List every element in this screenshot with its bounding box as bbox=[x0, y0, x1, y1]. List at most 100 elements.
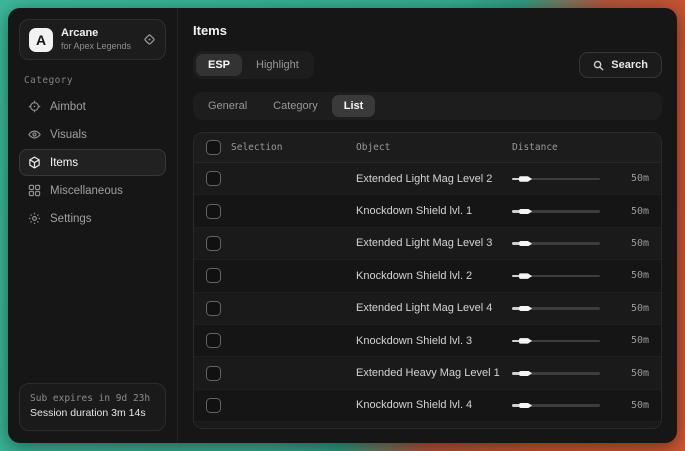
object-name: Knockdown Shield lvl. 1 bbox=[344, 205, 512, 217]
search-icon bbox=[593, 60, 604, 71]
distance-slider[interactable] bbox=[512, 302, 600, 314]
distance-value: 50m bbox=[616, 270, 662, 281]
distance-value: 50m bbox=[616, 368, 662, 379]
slider-fill bbox=[512, 404, 520, 407]
tab-highlight[interactable]: Highlight bbox=[244, 54, 311, 76]
sidebar-item-label: Visuals bbox=[50, 129, 87, 141]
row-checkbox[interactable] bbox=[206, 268, 221, 283]
slider-thumb[interactable] bbox=[519, 241, 532, 247]
slider-fill bbox=[512, 275, 520, 278]
header-distance: Distance bbox=[512, 142, 616, 153]
table-row: Knockdown Shield lvl. 1 50m bbox=[194, 195, 661, 227]
page-title: Items bbox=[193, 23, 662, 38]
table-body: Extended Light Mag Level 2 50m Knockdown… bbox=[194, 163, 661, 428]
tab-esp[interactable]: ESP bbox=[196, 54, 242, 76]
sidebar-item-label: Aimbot bbox=[50, 101, 86, 113]
sidebar-item-visuals[interactable]: Visuals bbox=[19, 121, 166, 148]
distance-slider[interactable] bbox=[512, 237, 600, 249]
sidebar-item-items[interactable]: Items bbox=[19, 149, 166, 176]
distance-value: 50m bbox=[616, 303, 662, 314]
crosshair-icon bbox=[28, 100, 41, 113]
brand-card: A Arcane for Apex Legends bbox=[19, 19, 166, 60]
distance-slider[interactable] bbox=[512, 205, 600, 217]
row-checkbox[interactable] bbox=[206, 333, 221, 348]
diamond-icon[interactable] bbox=[143, 33, 156, 46]
tab-general[interactable]: General bbox=[196, 95, 259, 117]
slider-fill bbox=[512, 210, 520, 213]
app-name: Arcane bbox=[61, 27, 131, 41]
object-name: Extended Light Mag Level 2 bbox=[344, 173, 512, 185]
distance-slider[interactable] bbox=[512, 173, 600, 185]
session-duration-text: Session duration 3m 14s bbox=[30, 406, 155, 422]
slider-fill bbox=[512, 307, 520, 310]
package-icon bbox=[28, 156, 41, 169]
slider-fill bbox=[512, 242, 520, 245]
distance-slider[interactable] bbox=[512, 270, 600, 282]
main-panel: Items ESP Highlight Search General Categ… bbox=[178, 8, 677, 443]
table-row: Extended Light Mag Level 4 50m bbox=[194, 293, 661, 325]
app-window: A Arcane for Apex Legends Category Aimbo… bbox=[8, 8, 677, 443]
view-tab-group: General Category List bbox=[193, 92, 662, 120]
items-table: Selection Object Distance Color Extended… bbox=[193, 132, 662, 429]
toolbar: ESP Highlight Search bbox=[193, 51, 662, 79]
slider-thumb[interactable] bbox=[519, 273, 532, 279]
slider-thumb[interactable] bbox=[519, 403, 532, 409]
table-row: Knockdown Shield lvl. 4 50m bbox=[194, 390, 661, 422]
slider-thumb[interactable] bbox=[519, 371, 532, 377]
slider-fill bbox=[512, 178, 520, 181]
table-row: Extended Heavy Mag Level 1 50m bbox=[194, 357, 661, 389]
row-checkbox[interactable] bbox=[206, 301, 221, 316]
distance-slider[interactable] bbox=[512, 367, 600, 379]
table-row: Knockdown Shield lvl. 2 50m bbox=[194, 260, 661, 292]
distance-slider[interactable] bbox=[512, 335, 600, 347]
gear-icon bbox=[28, 212, 41, 225]
distance-value: 50m bbox=[616, 335, 662, 346]
distance-value: 50m bbox=[616, 238, 662, 249]
sidebar-item-label: Items bbox=[50, 157, 78, 169]
distance-value: 50m bbox=[616, 173, 662, 184]
mode-tab-group: ESP Highlight bbox=[193, 51, 314, 79]
header-object: Object bbox=[344, 142, 512, 153]
object-name: Knockdown Shield lvl. 3 bbox=[344, 335, 512, 347]
slider-thumb[interactable] bbox=[519, 306, 532, 312]
distance-value: 50m bbox=[616, 400, 662, 411]
eye-icon bbox=[28, 128, 41, 141]
slider-thumb[interactable] bbox=[519, 176, 532, 182]
sidebar-item-label: Miscellaneous bbox=[50, 185, 123, 197]
row-checkbox[interactable] bbox=[206, 204, 221, 219]
slider-fill bbox=[512, 372, 520, 375]
table-header: Selection Object Distance Color bbox=[194, 133, 661, 163]
row-checkbox[interactable] bbox=[206, 398, 221, 413]
sub-expires-text: Sub expires in 9d 23h bbox=[30, 392, 155, 406]
sidebar-item-aimbot[interactable]: Aimbot bbox=[19, 93, 166, 120]
row-checkbox[interactable] bbox=[206, 171, 221, 186]
search-button-label: Search bbox=[611, 59, 648, 71]
tab-list[interactable]: List bbox=[332, 95, 376, 117]
row-checkbox[interactable] bbox=[206, 366, 221, 381]
object-name: Knockdown Shield lvl. 4 bbox=[344, 399, 512, 411]
object-name: Extended Light Mag Level 3 bbox=[344, 237, 512, 249]
table-row: Extended Light Mag Level 2 50m bbox=[194, 163, 661, 195]
sidebar-item-miscellaneous[interactable]: Miscellaneous bbox=[19, 177, 166, 204]
object-name: Knockdown Shield lvl. 2 bbox=[344, 270, 512, 282]
table-row: Knockdown Shield lvl. 3 50m bbox=[194, 325, 661, 357]
distance-slider[interactable] bbox=[512, 399, 600, 411]
grid-icon bbox=[28, 184, 41, 197]
tab-category[interactable]: Category bbox=[261, 95, 330, 117]
distance-value: 50m bbox=[616, 206, 662, 217]
table-row: Backpack lvl. 1 50m bbox=[194, 422, 661, 429]
sidebar-item-settings[interactable]: Settings bbox=[19, 205, 166, 232]
sidebar: A Arcane for Apex Legends Category Aimbo… bbox=[8, 8, 178, 443]
category-label: Category bbox=[24, 75, 161, 86]
app-logo: A bbox=[29, 28, 53, 52]
row-checkbox[interactable] bbox=[206, 236, 221, 251]
session-card: Sub expires in 9d 23h Session duration 3… bbox=[19, 383, 166, 431]
object-name: Extended Light Mag Level 4 bbox=[344, 302, 512, 314]
header-selection: Selection bbox=[231, 142, 282, 153]
select-all-checkbox[interactable] bbox=[206, 140, 221, 155]
table-row: Extended Light Mag Level 3 50m bbox=[194, 228, 661, 260]
slider-thumb[interactable] bbox=[519, 209, 532, 215]
app-subtitle: for Apex Legends bbox=[61, 41, 131, 52]
search-button[interactable]: Search bbox=[579, 52, 662, 78]
slider-thumb[interactable] bbox=[519, 338, 532, 344]
